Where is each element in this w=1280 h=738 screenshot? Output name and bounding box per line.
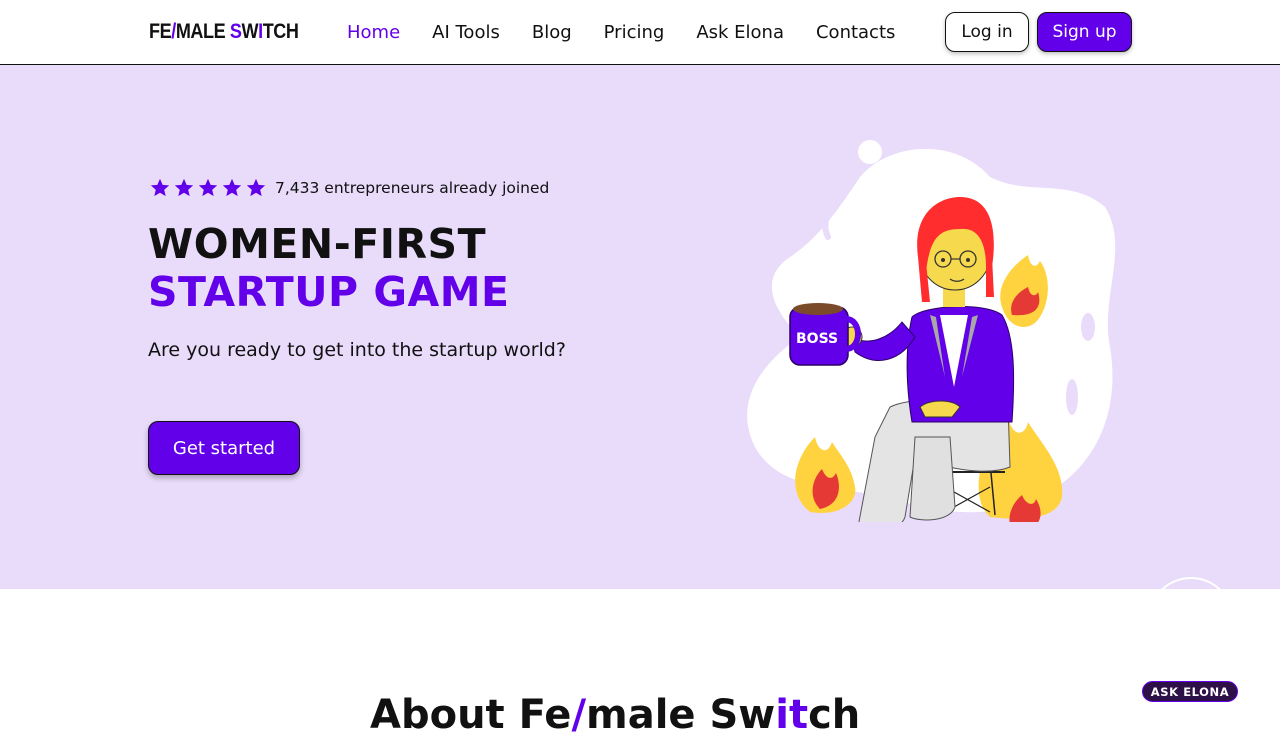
rating-text: 7,433 entrepreneurs already joined	[275, 179, 550, 197]
star-icon	[150, 178, 170, 197]
hero-section: 7,433 entrepreneurs already joined WOMEN…	[0, 65, 1280, 589]
nav-home[interactable]: Home	[331, 22, 416, 43]
main-nav: Home AI Tools Blog Pricing Ask Elona Con…	[331, 0, 911, 64]
nav-contacts[interactable]: Contacts	[800, 22, 911, 43]
hero-title-line1: WOMEN-FIRST	[148, 220, 487, 268]
ask-elona-badge[interactable]: ASK ELONA	[1142, 681, 1238, 702]
nav-ask-elona[interactable]: Ask Elona	[680, 22, 800, 43]
rating-row: 7,433 entrepreneurs already joined	[149, 177, 549, 199]
login-button[interactable]: Log in	[945, 12, 1029, 52]
hero-title-line2: STARTUP GAME	[148, 268, 510, 316]
star-icon	[174, 178, 194, 197]
star-icon	[222, 178, 242, 197]
signup-button[interactable]: Sign up	[1037, 12, 1132, 52]
hero-illustration: BOSS	[747, 140, 1116, 522]
nav-pricing[interactable]: Pricing	[588, 22, 681, 43]
get-started-button[interactable]: Get started	[148, 421, 300, 475]
site-header: FE/MALE SWITCH Home AI Tools Blog Pricin…	[0, 0, 1280, 65]
about-heading: About Fe/male Switch	[370, 692, 861, 738]
nav-ai-tools[interactable]: AI Tools	[416, 22, 516, 43]
star-icon	[246, 178, 266, 197]
nav-blog[interactable]: Blog	[516, 22, 588, 43]
site-logo[interactable]: FE/MALE SWITCH	[149, 20, 299, 44]
mug-label: BOSS	[796, 331, 838, 347]
hero-subtitle: Are you ready to get into the startup wo…	[148, 339, 566, 361]
decorative-circle	[1148, 577, 1234, 589]
star-icon	[198, 178, 218, 197]
